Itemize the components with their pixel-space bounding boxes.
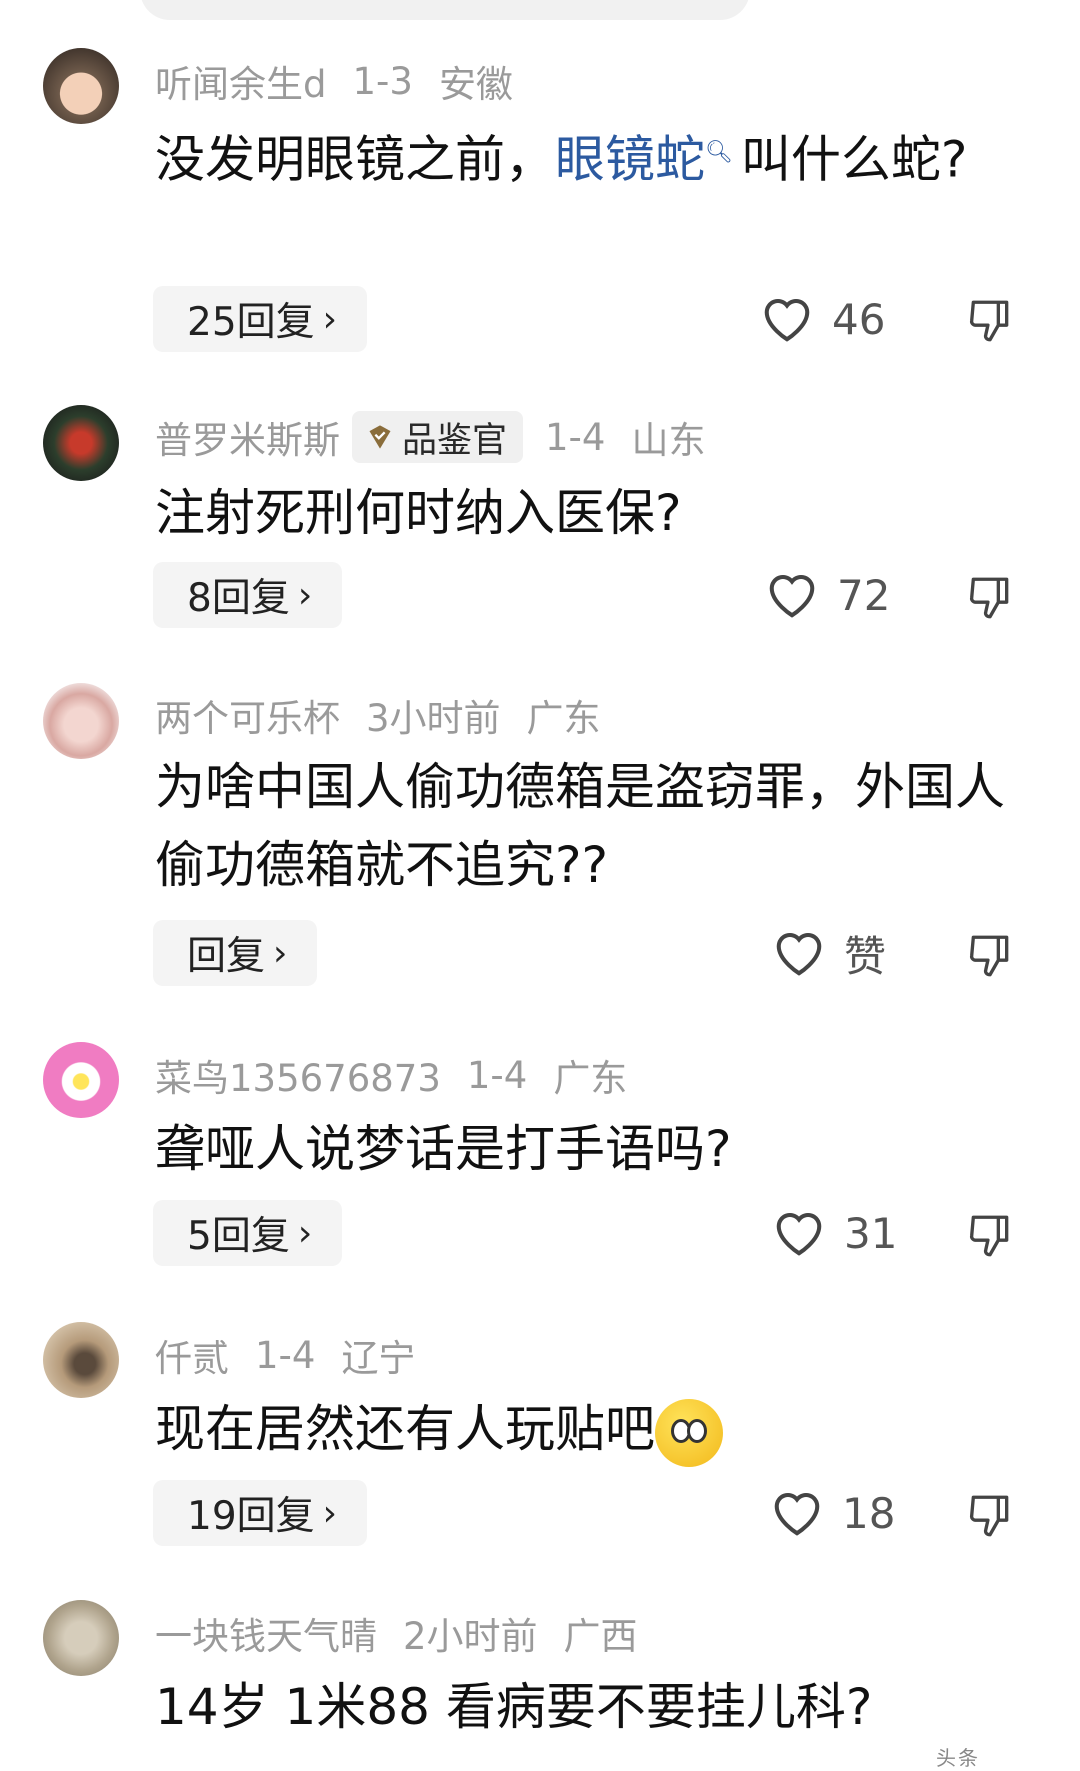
like-count: 46 <box>832 294 886 344</box>
avatar[interactable] <box>43 1322 119 1398</box>
username[interactable]: 仟贰 <box>155 1328 229 1382</box>
comment-region: 广东 <box>553 1057 628 1100</box>
comment-region: 安徽 <box>438 63 513 106</box>
reply-label: 25回复 <box>187 300 315 345</box>
reply-button[interactable]: 19回复 › <box>153 1480 368 1546</box>
chevron-right-icon: › <box>297 1212 313 1254</box>
username[interactable]: 两个可乐杯 <box>155 688 340 742</box>
avatar[interactable] <box>43 48 119 124</box>
username[interactable]: 一块钱天气晴 <box>155 1606 377 1660</box>
reply-button[interactable]: 25回复 › <box>153 286 368 352</box>
heart-outline-icon <box>774 1492 820 1536</box>
comment-date: 3小时前 <box>366 697 501 740</box>
username[interactable]: 菜鸟135676873 <box>155 1048 441 1102</box>
comment-text: 注射死刑何时纳入医保? <box>155 484 682 542</box>
comment-date: 2小时前 <box>403 1615 538 1658</box>
comment-meta: 仟贰 1-4 辽宁 <box>155 1328 415 1382</box>
username[interactable]: 听闻余生d <box>155 54 327 108</box>
comment-region: 辽宁 <box>341 1337 416 1380</box>
thumbs-down-icon[interactable] <box>965 1210 1015 1262</box>
comment-meta: 一块钱天气晴 2小时前 广西 <box>155 1606 638 1660</box>
reply-label: 8回复 <box>187 576 290 621</box>
heart-outline-icon <box>769 574 815 618</box>
chevron-right-icon: › <box>273 932 288 974</box>
thumbs-down-icon[interactable] <box>965 930 1015 982</box>
search-icon[interactable]: 🔍︎ <box>705 140 733 165</box>
search-link[interactable]: 眼镜蛇 <box>555 131 705 189</box>
reply-button[interactable]: 回复 › <box>153 920 318 986</box>
reply-button[interactable]: 5回复 › <box>153 1200 343 1266</box>
comment-meta: 两个可乐杯 3小时前 广东 <box>155 688 601 742</box>
badge-label: 品鉴官 <box>402 420 508 461</box>
comment-text: 现在居然还有人玩贴吧 <box>155 1390 1025 1468</box>
avatar[interactable] <box>43 683 119 759</box>
comment-meta: 菜鸟135676873 1-4 广东 <box>155 1048 627 1102</box>
comment-text: 为啥中国人偷功德箱是盗窃罪，外国人偷功德箱就不追究?? <box>155 758 1005 894</box>
comment-text-part: 没发明眼镜之前， <box>155 130 555 189</box>
like-button[interactable]: 72 <box>765 562 890 628</box>
comment-meta: 听闻余生d 1-3 安徽 <box>155 54 513 108</box>
comment-text-part: 现在居然还有人玩贴吧 <box>155 1400 655 1458</box>
like-count: 72 <box>837 570 891 620</box>
top-search-bar[interactable] <box>140 0 750 20</box>
comment-text-part: 叫什么蛇? <box>740 130 968 189</box>
reply-label: 5回复 <box>187 1214 290 1259</box>
heart-outline-icon <box>776 932 822 976</box>
comment-text: 14岁 1米88 看病要不要挂儿科? <box>155 1678 873 1736</box>
comment-text: 没发明眼镜之前，眼镜蛇🔍︎ 叫什么蛇? <box>155 114 1025 199</box>
comment-text: 聋哑人说梦话是打手语吗? <box>155 1120 732 1178</box>
like-button[interactable]: 18 <box>770 1480 895 1546</box>
comment-date: 1-3 <box>352 59 413 103</box>
comment-meta: 普罗米斯斯 品鉴官 1-4 山东 <box>155 410 705 464</box>
reply-label: 19回复 <box>187 1494 315 1539</box>
chevron-right-icon: › <box>322 1492 338 1534</box>
heart-outline-icon <box>764 298 810 342</box>
like-button[interactable]: 46 <box>760 286 885 352</box>
chevron-right-icon: › <box>297 574 313 616</box>
comment-date: 1-4 <box>466 1053 528 1097</box>
comment-region: 广西 <box>563 1615 638 1658</box>
avatar[interactable] <box>43 405 119 481</box>
like-count: 赞 <box>844 931 887 981</box>
comment-region: 广东 <box>526 697 601 740</box>
like-button[interactable]: 31 <box>772 1200 897 1266</box>
thumbs-down-icon[interactable] <box>965 1490 1015 1542</box>
like-count: 18 <box>842 1488 896 1538</box>
thumbs-down-icon[interactable] <box>965 295 1015 347</box>
like-button[interactable]: 赞 <box>772 920 886 986</box>
like-count: 31 <box>844 1208 898 1258</box>
watermark: 头条 <box>936 1746 980 1770</box>
username[interactable]: 普罗米斯斯 <box>155 410 340 464</box>
shield-badge-icon <box>369 425 391 449</box>
avatar[interactable] <box>43 1600 119 1676</box>
heart-outline-icon <box>776 1212 822 1256</box>
chevron-right-icon: › <box>322 298 338 340</box>
avatar[interactable] <box>43 1042 119 1118</box>
comment-date: 1-4 <box>545 415 606 459</box>
comment-date: 1-4 <box>255 1333 316 1377</box>
reply-button[interactable]: 8回复 › <box>153 562 343 628</box>
reply-label: 回复 <box>187 934 266 979</box>
badge[interactable]: 品鉴官 <box>352 411 524 463</box>
shocked-face-emoji <box>655 1398 723 1467</box>
thumbs-down-icon[interactable] <box>965 572 1015 624</box>
comment-region: 山东 <box>631 419 706 462</box>
